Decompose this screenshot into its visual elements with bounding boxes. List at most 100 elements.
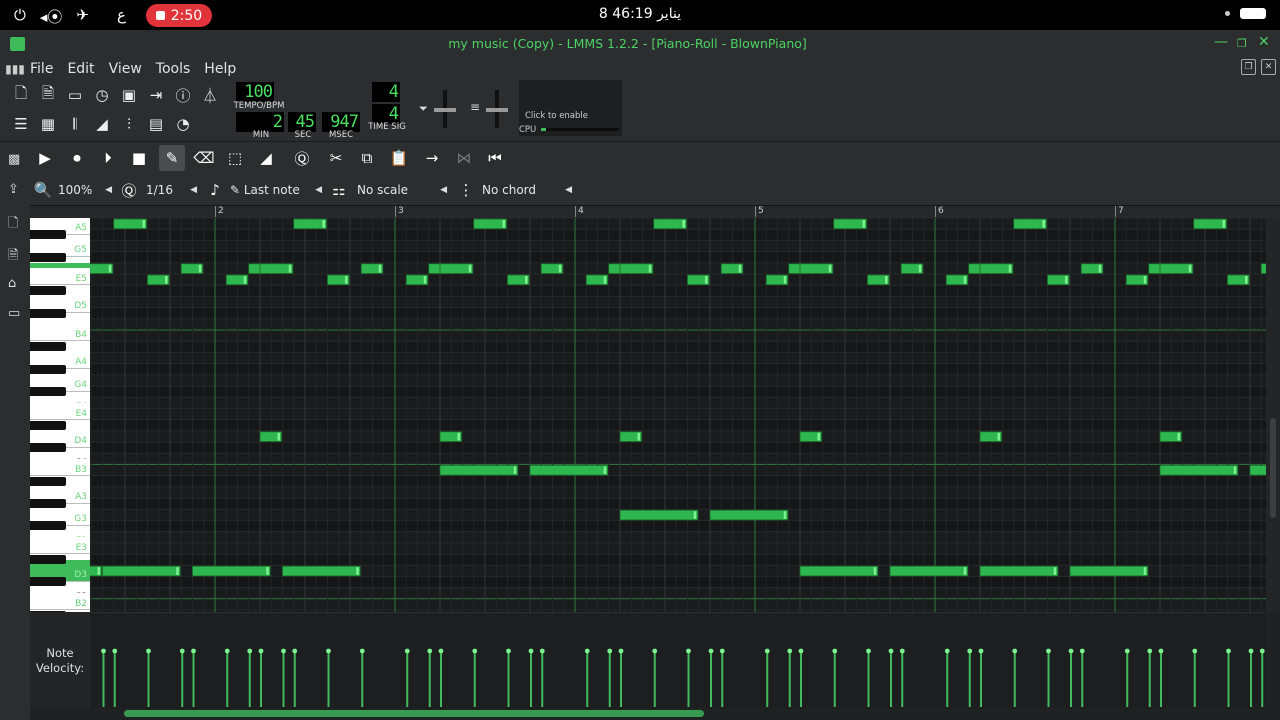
instrument-plugins-icon[interactable]: ▩: [8, 152, 20, 167]
open-project-icon[interactable]: ▭: [62, 82, 88, 108]
window-title-bar: my music (Copy) - LMMS 1.2.2 - [Piano-Ro…: [0, 30, 1280, 58]
note-resize-handle: [108, 264, 112, 273]
black-key[interactable]: [30, 521, 66, 531]
record-play-icon[interactable]: ⏵: [95, 145, 121, 171]
timeline[interactable]: 2 3 4 5 6 7: [30, 206, 1280, 218]
menu-help[interactable]: Help: [204, 61, 244, 77]
rewind-icon[interactable]: ⏮: [482, 145, 508, 171]
piano-key-e4[interactable]: E4: [30, 402, 90, 420]
root-directory-icon[interactable]: ▭: [8, 306, 20, 321]
song-editor-icon[interactable]: ☰: [8, 111, 34, 137]
copy-icon[interactable]: ⧉: [354, 145, 380, 171]
piano-key-b2[interactable]: B2: [30, 593, 90, 610]
export-icon[interactable]: ⇥: [143, 82, 169, 108]
black-key[interactable]: [30, 252, 66, 262]
velocity-handle: [404, 648, 410, 654]
piano-key-label: D3: [74, 569, 87, 580]
zoom-combo[interactable]: 100% ◀: [58, 180, 112, 200]
fx-mixer-icon[interactable]: ⫶: [116, 111, 142, 137]
master-pitch-knob[interactable]: [486, 108, 508, 112]
piano-roll-toolbar: ▶ ⏺ ⏵ ■ ✎ ⌫ ⬚ ◢ Ⓠ ✂ ⧉ 📋 → ⋈ ⏮: [30, 142, 1280, 174]
automation-icon[interactable]: ◢: [89, 111, 115, 137]
erase-icon[interactable]: ⌫: [191, 145, 217, 171]
menu-edit[interactable]: Edit: [67, 61, 102, 77]
black-key[interactable]: [30, 476, 66, 486]
black-key[interactable]: [30, 577, 66, 587]
velocity-handle: [1068, 648, 1074, 654]
black-key[interactable]: [30, 611, 66, 612]
horizontal-scrollbar[interactable]: [90, 708, 1266, 720]
note-resize-handle: [1177, 432, 1180, 441]
step-forward-icon[interactable]: →: [419, 145, 445, 171]
timeline-bar-3: 3: [395, 206, 404, 217]
new-project-icon[interactable]: 🗋: [8, 82, 34, 108]
piano-key-b3[interactable]: B3: [30, 458, 90, 476]
metronome-icon[interactable]: ⏃: [197, 82, 223, 108]
black-key[interactable]: [30, 342, 66, 352]
chord-combo[interactable]: No chord ◀: [482, 180, 572, 200]
black-key[interactable]: [30, 443, 66, 452]
note: [259, 263, 294, 274]
mdi-close-icon[interactable]: ✕: [1261, 59, 1276, 75]
step-record-icon[interactable]: ⋈: [451, 145, 477, 171]
piano-keyboard[interactable]: A5G5F5E5D5C5B4A4G4F4E4D4C4B3A3G3F3E3D3C3…: [30, 218, 90, 612]
timesig-denominator[interactable]: 4: [372, 104, 400, 124]
cut-icon[interactable]: ✂: [323, 145, 349, 171]
my-samples-icon[interactable]: 🗋: [8, 214, 18, 236]
black-key[interactable]: [30, 420, 66, 430]
draw-icon[interactable]: ✎: [159, 145, 185, 171]
recent-projects-icon[interactable]: ◷: [89, 82, 115, 108]
my-projects-icon[interactable]: ⇪: [8, 182, 19, 197]
velocity-editor[interactable]: [90, 612, 1266, 708]
black-key[interactable]: [30, 364, 66, 374]
piano-roll-icon[interactable]: 𝄃: [62, 111, 88, 137]
velocity-handle: [528, 648, 534, 654]
my-presets-icon[interactable]: 🗎: [8, 246, 18, 268]
beat-bassline-icon[interactable]: ▦: [35, 111, 61, 137]
stop-icon[interactable]: ■: [126, 145, 152, 171]
about-icon[interactable]: ⓘ: [170, 82, 196, 108]
restore-icon[interactable]: ❐: [1237, 37, 1247, 50]
note-resize-handle: [873, 567, 877, 575]
paste-icon[interactable]: 📋: [386, 145, 412, 171]
detune-icon[interactable]: Ⓠ: [289, 145, 315, 171]
tempo-display[interactable]: 100: [236, 82, 274, 102]
time-sec-display: 45: [288, 112, 316, 132]
save-icon[interactable]: ▣: [116, 82, 142, 108]
mdi-restore-icon[interactable]: ❐: [1241, 59, 1256, 75]
select-icon[interactable]: ⬚: [222, 145, 248, 171]
my-home-icon[interactable]: ⌂: [8, 276, 16, 291]
menu-view[interactable]: View: [109, 61, 150, 77]
note-length-combo[interactable]: ✎ Last note ◀: [230, 180, 322, 200]
black-key[interactable]: [30, 230, 66, 240]
menu-file[interactable]: File: [30, 61, 61, 77]
pitch-bend-icon[interactable]: ◢: [253, 145, 279, 171]
scale-combo[interactable]: No scale ◀: [357, 180, 447, 200]
menu-tools[interactable]: Tools: [156, 61, 199, 77]
black-key[interactable]: [30, 499, 66, 508]
status-clock: 8 يناير 46:19: [598, 6, 682, 22]
minimize-icon[interactable]: —: [1214, 34, 1228, 50]
black-key[interactable]: [30, 387, 66, 396]
record-icon[interactable]: ⏺: [64, 145, 90, 171]
vertical-scroll-thumb[interactable]: [1270, 418, 1276, 518]
black-key[interactable]: [30, 308, 66, 318]
horizontal-scroll-thumb[interactable]: [124, 710, 704, 717]
note-resize-handle: [243, 276, 247, 284]
controller-rack-icon[interactable]: ◔: [170, 111, 196, 137]
cpu-meter[interactable]: Click to enable CPU: [519, 80, 622, 136]
project-notes-icon[interactable]: ▤: [143, 111, 169, 137]
close-icon[interactable]: ✕: [1258, 34, 1270, 50]
piano-key-e5[interactable]: E5: [30, 268, 90, 286]
note-grid[interactable]: [90, 218, 1266, 612]
vertical-scrollbar[interactable]: [1266, 218, 1280, 612]
black-key[interactable]: [30, 555, 66, 564]
quantize-combo[interactable]: 1/16 ◀: [146, 180, 197, 200]
new-template-icon[interactable]: 🗎: [35, 82, 61, 108]
play-icon[interactable]: ▶: [32, 145, 58, 171]
piano-key-b4[interactable]: B4: [30, 324, 90, 342]
piano-key-e3[interactable]: E3: [30, 537, 90, 554]
master-volume-knob[interactable]: [434, 108, 456, 112]
black-key[interactable]: [30, 286, 66, 296]
timesig-numerator[interactable]: 4: [372, 82, 400, 102]
